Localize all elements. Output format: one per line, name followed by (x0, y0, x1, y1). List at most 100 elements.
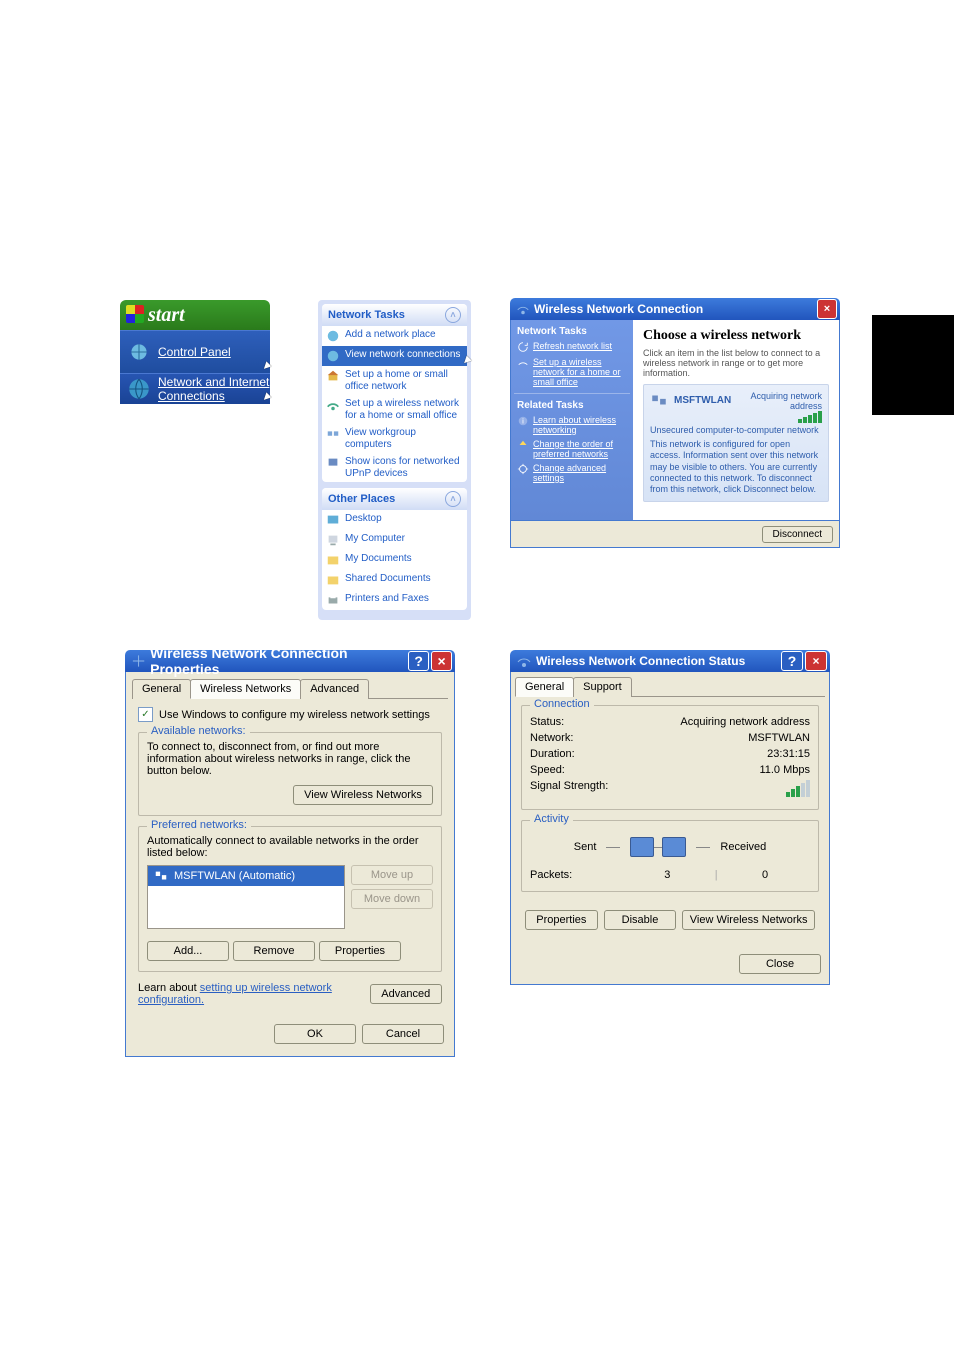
refresh-list-link[interactable]: Refresh network list (517, 341, 627, 353)
preferred-item[interactable]: MSFTWLAN (Automatic) (148, 866, 344, 886)
close-button[interactable]: × (431, 651, 452, 671)
wireless-status-dialog: Wireless Network Connection Status ? × G… (510, 650, 830, 985)
sidebar-item-upnp[interactable]: Show icons for networked UPnP devices (322, 453, 467, 482)
wireless-icon (516, 653, 532, 669)
titlebar[interactable]: Wireless Network Connection Status ? × (510, 650, 830, 672)
disable-button[interactable]: Disable (604, 910, 677, 930)
network-tasks-header[interactable]: Network Tasks ˄ (322, 304, 467, 326)
signal-label: Signal Strength: (530, 780, 608, 797)
status-label: Status: (530, 716, 564, 728)
tab-support[interactable]: Support (573, 677, 632, 697)
sidebar-item-label: Desktop (345, 513, 382, 525)
setup-wireless-link[interactable]: Set up a wireless network for a home or … (517, 357, 627, 387)
wlan-item-security: Unsecured computer-to-computer network (650, 425, 822, 435)
cancel-button[interactable]: Cancel (362, 1024, 444, 1044)
sidebar-item-label: My Documents (345, 553, 412, 565)
choose-wireless-sub: Click an item in the list below to conne… (643, 348, 829, 378)
other-places-header[interactable]: Other Places ˄ (322, 488, 467, 510)
close-button[interactable]: × (805, 651, 827, 671)
view-wireless-button[interactable]: View Wireless Networks (293, 785, 433, 805)
titlebar[interactable]: Wireless Network Connection Properties ?… (125, 650, 455, 672)
received-label: Received (720, 841, 766, 853)
sidebar-item-setup-wireless[interactable]: Set up a wireless network for a home or … (322, 395, 467, 424)
link-label: Learn about wireless networking (533, 415, 627, 435)
sidebar-item-setup-home[interactable]: Set up a home or small office network (322, 366, 467, 395)
network-icon (126, 376, 152, 402)
sidebar-item-shared-docs[interactable]: Shared Documents (322, 570, 467, 590)
titlebar-label: Wireless Network Connection Status (536, 654, 745, 668)
wlan-item-status: Acquiring network address (731, 391, 822, 411)
duration-value: 23:31:15 (767, 748, 810, 760)
network-connections-tile[interactable]: Network and Internet Connections (120, 373, 270, 404)
add-button[interactable]: Add... (147, 941, 229, 961)
close-button[interactable]: × (817, 299, 837, 319)
sidebar-item-view-connections[interactable]: View network connections (322, 346, 467, 366)
sidebar-item-label: Shared Documents (345, 573, 431, 585)
learn-wireless-link[interactable]: i Learn about wireless networking (517, 415, 627, 435)
properties-button[interactable]: Properties (525, 910, 598, 930)
start-button[interactable]: start (120, 300, 270, 330)
wlan-network-tasks-hd: Network Tasks (517, 326, 627, 337)
help-button[interactable]: ? (408, 651, 429, 671)
checkbox-icon: ✓ (138, 707, 153, 722)
available-desc: To connect to, disconnect from, or find … (147, 741, 433, 777)
close-button-bottom[interactable]: Close (739, 954, 821, 974)
change-advanced-link[interactable]: Change advanced settings (517, 463, 627, 483)
tab-wireless-networks[interactable]: Wireless Networks (190, 679, 301, 699)
chevron-up-icon[interactable]: ˄ (445, 307, 461, 323)
start-label: start (148, 304, 185, 326)
signal-bars-icon (731, 411, 822, 423)
sidebar-item-label: Printers and Faxes (345, 593, 429, 605)
available-networks-group: Available networks: To connect to, disco… (138, 732, 442, 816)
move-down-button[interactable]: Move down (351, 889, 433, 909)
link-label: Change the order of preferred networks (533, 439, 627, 459)
activity-icon (630, 837, 686, 857)
signal-bars-icon (786, 780, 810, 797)
connection-group: Connection Status:Acquiring network addr… (521, 705, 819, 810)
help-button[interactable]: ? (781, 651, 803, 671)
sidebar-item-printers[interactable]: Printers and Faxes (322, 590, 467, 610)
sidebar-item-desktop[interactable]: Desktop (322, 510, 467, 530)
duration-label: Duration: (530, 748, 575, 760)
chevron-up-icon[interactable]: ˄ (445, 491, 461, 507)
adhoc-icon (650, 391, 668, 409)
use-windows-checkbox[interactable]: ✓ Use Windows to configure my wireless n… (138, 707, 442, 722)
sidebar-item-my-computer[interactable]: My Computer (322, 530, 467, 550)
group-legend: Connection (530, 698, 594, 710)
titlebar-label: Wireless Network Connection (534, 302, 703, 316)
wireless-properties-dialog: Wireless Network Connection Properties ?… (125, 650, 455, 1057)
control-panel-tile[interactable]: Control Panel (120, 330, 270, 373)
move-up-button[interactable]: Move up (351, 865, 433, 885)
view-wireless-button[interactable]: View Wireless Networks (682, 910, 815, 930)
checkbox-label: Use Windows to configure my wireless net… (159, 709, 430, 721)
speed-label: Speed: (530, 764, 565, 776)
tab-general[interactable]: General (132, 679, 191, 699)
tab-advanced[interactable]: Advanced (300, 679, 369, 699)
titlebar[interactable]: Wireless Network Connection × (510, 298, 840, 320)
network-connections-label: Network and Internet Connections (158, 375, 270, 403)
disconnect-button[interactable]: Disconnect (762, 526, 833, 543)
preferred-item-label: MSFTWLAN (Automatic) (174, 870, 295, 882)
sidebar-item-my-documents[interactable]: My Documents (322, 550, 467, 570)
preferred-desc: Automatically connect to available netwo… (147, 835, 433, 859)
sidebar-item-workgroup[interactable]: View workgroup computers (322, 424, 467, 453)
wlan-item-name: MSFTWLAN (674, 395, 731, 406)
network-label: Network: (530, 732, 573, 744)
choose-wireless-hd: Choose a wireless network (643, 328, 829, 344)
group-legend: Preferred networks: (147, 819, 251, 831)
preferred-networks-group: Preferred networks: Automatically connec… (138, 826, 442, 972)
wlan-item[interactable]: MSFTWLAN Acquiring network address Unsec… (643, 384, 829, 502)
advanced-button[interactable]: Advanced (370, 984, 442, 1004)
sidebar-item-add-network-place[interactable]: Add a network place (322, 326, 467, 346)
preferred-list[interactable]: MSFTWLAN (Automatic) (147, 865, 345, 929)
remove-button[interactable]: Remove (233, 941, 315, 961)
ok-button[interactable]: OK (274, 1024, 356, 1044)
tab-general[interactable]: General (515, 677, 574, 697)
explorer-sidebar: Network Tasks ˄ Add a network place View… (318, 300, 471, 620)
svg-text:i: i (522, 417, 524, 426)
packets-recv-value: 0 (720, 869, 810, 881)
activity-group: Activity Sent Received Packets: 3 | (521, 820, 819, 892)
item-properties-button[interactable]: Properties (319, 941, 401, 961)
change-order-link[interactable]: Change the order of preferred networks (517, 439, 627, 459)
link-label: Refresh network list (533, 341, 612, 351)
